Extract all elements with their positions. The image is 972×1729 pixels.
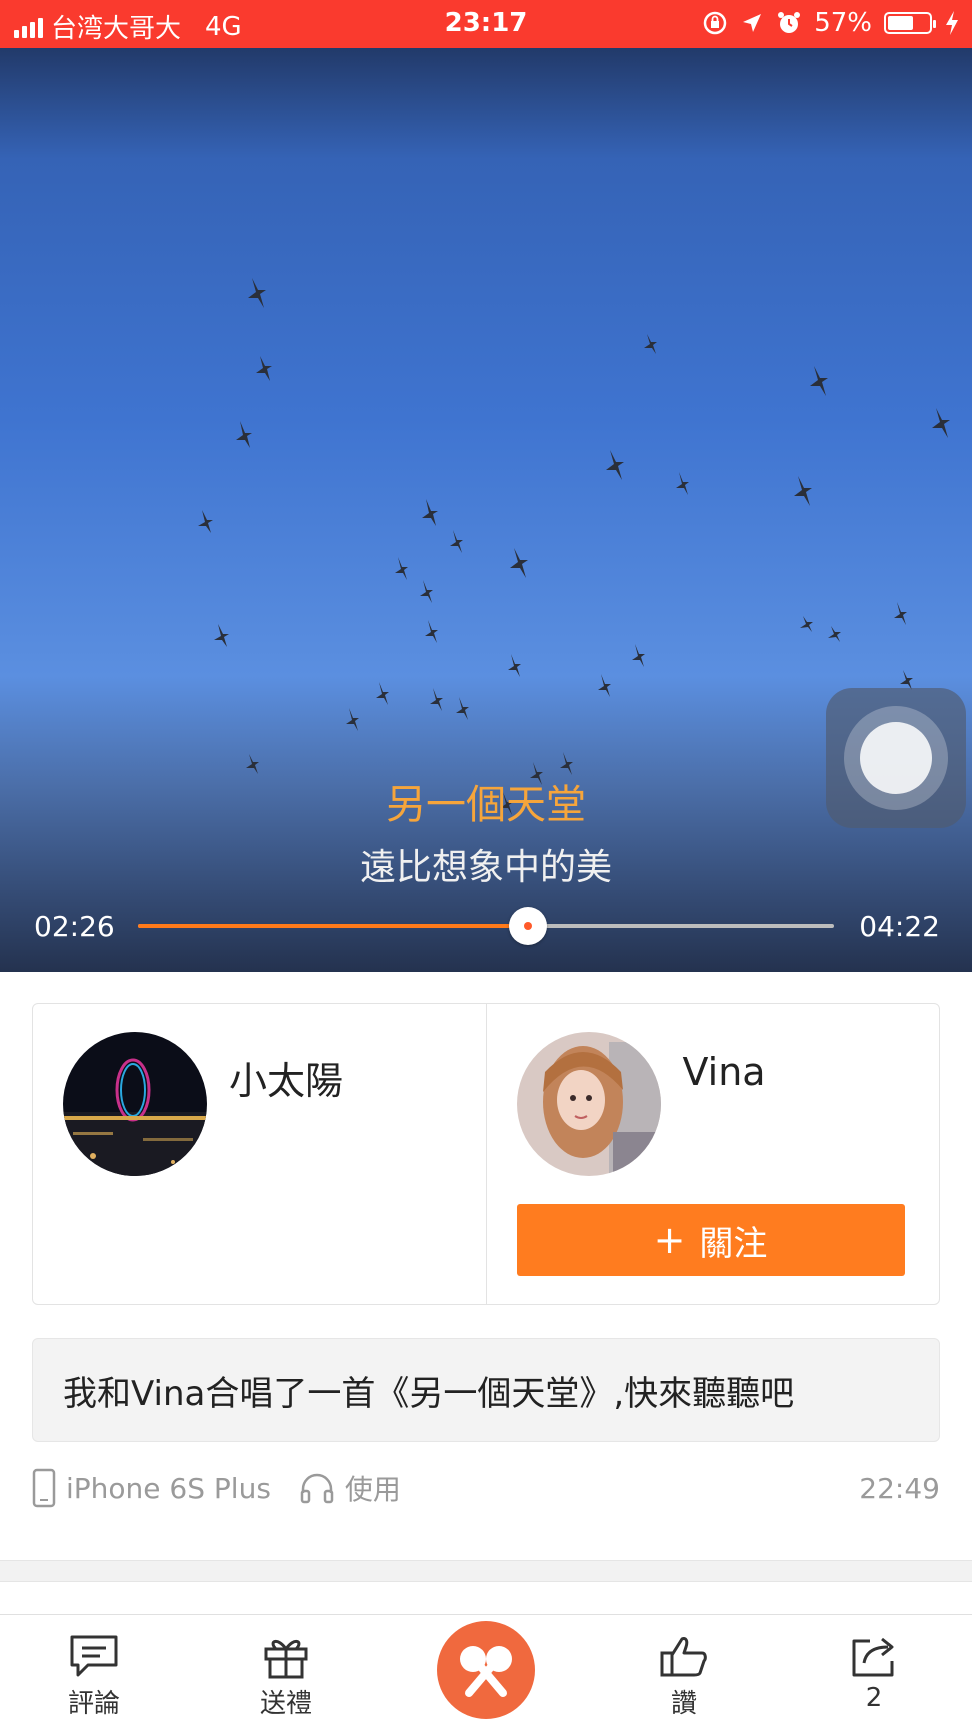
battery-icon [884, 12, 936, 34]
assistive-touch-button[interactable] [826, 688, 966, 828]
share-icon [852, 1637, 894, 1677]
post-time: 22:49 [859, 1471, 940, 1505]
comment-button[interactable]: 評論 [34, 1633, 154, 1720]
post-meta: iPhone 6S Plus 使用 22:49 [32, 1466, 940, 1510]
gift-label: 送禮 [259, 1689, 312, 1719]
progress-slider[interactable] [138, 907, 834, 945]
battery-percent: 57% [814, 8, 872, 38]
sing-duet-button[interactable] [437, 1621, 535, 1719]
avatar-portrait-image [516, 1032, 661, 1176]
device-label: iPhone 6S Plus [66, 1471, 271, 1505]
follow-button[interactable]: + 關注 [516, 1204, 905, 1276]
headphones-icon [300, 1473, 334, 1504]
singer-card[interactable]: 小太陽 [33, 1004, 486, 1304]
phone-icon [32, 1468, 56, 1508]
alarm-icon [778, 12, 801, 33]
total-time: 04:22 [859, 910, 940, 943]
progress-knob[interactable] [508, 907, 547, 945]
avatar-night-bridge-image [63, 1032, 207, 1176]
follow-label: 關注 [699, 1223, 768, 1264]
headphone-usage: 使用 [299, 1468, 401, 1508]
device-info: iPhone 6S Plus [32, 1468, 271, 1508]
like-button[interactable]: 讚 [624, 1633, 744, 1720]
charging-bolt-icon [946, 11, 958, 35]
gift-icon [264, 1640, 308, 1679]
comment-label: 評論 [67, 1689, 120, 1719]
progress-played [138, 924, 528, 928]
rotation-lock-icon [703, 11, 727, 35]
singer-card[interactable]: Vina + 關注 [485, 1004, 940, 1304]
video-player[interactable]: 另一個天堂 遠比想象中的美 02:26 04:22 [0, 48, 972, 972]
like-label: 讚 [670, 1689, 697, 1719]
gift-button[interactable]: 送禮 [226, 1633, 346, 1720]
usage-label: 使用 [344, 1473, 401, 1506]
singer-name: Vina [682, 1050, 766, 1094]
thumbs-up-icon [660, 1637, 707, 1677]
duet-singers-card: 小太陽 Vina + 關注 [32, 1003, 940, 1305]
comment-icon [70, 1635, 118, 1677]
location-icon [743, 14, 762, 32]
duet-message: 我和Vina合唱了一首《另一個天堂》,快來聽聽吧 [32, 1338, 940, 1442]
avatar[interactable] [63, 1032, 207, 1176]
avatar[interactable] [516, 1032, 661, 1176]
microphones-icon [460, 1646, 512, 1697]
plus-icon: + [653, 1218, 686, 1262]
flying-birds-image [198, 278, 950, 815]
status-bar: 台湾大哥大 4G 23:17 57% [0, 0, 972, 48]
current-time: 02:26 [34, 910, 115, 943]
lyric-line: 遠比想象中的美 [359, 847, 612, 888]
share-button[interactable]: 2 [814, 1633, 934, 1713]
singer-name: 小太陽 [229, 1059, 344, 1103]
share-count: 2 [865, 1683, 883, 1713]
section-divider [0, 1560, 972, 1582]
bottom-action-bar: 評論 送禮 讚 2 [0, 1614, 972, 1729]
